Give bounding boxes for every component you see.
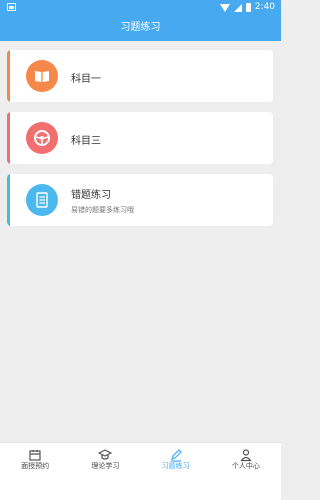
calendar-icon (29, 450, 41, 461)
wifi-icon (219, 3, 230, 12)
card-accent (7, 50, 10, 102)
status-bar: 2:40 (0, 0, 281, 15)
page-title: 习题练习 (0, 15, 281, 41)
card-title: 科目一 (71, 74, 101, 85)
person-icon (240, 449, 252, 462)
card-wrong-questions[interactable]: 错题练习 易错的题要多练习哦 (7, 174, 273, 226)
status-icons: 2:40 (219, 1, 275, 14)
nav-item-theory[interactable]: 理论学习 (70, 443, 140, 500)
nav-item-exercises[interactable]: 习题练习 (141, 443, 211, 500)
nav-label: 个人中心 (231, 462, 260, 470)
app-notification-icon (7, 3, 16, 11)
signal-icon (233, 3, 242, 12)
card-subtitle: 易错的题要多练习哦 (71, 206, 134, 214)
nav-item-appointment[interactable]: 面授预约 (0, 443, 70, 500)
battery-icon (245, 3, 251, 12)
card-subject-one[interactable]: 科目一 (7, 50, 273, 102)
nav-label: 面授预约 (21, 462, 50, 470)
bottom-nav: 面授预约 理论学习 习题练习 个人中心 (0, 442, 281, 500)
card-title: 科目三 (71, 136, 101, 147)
notebook-icon (26, 184, 58, 216)
card-accent (7, 174, 10, 226)
graduation-cap-icon (98, 449, 113, 460)
status-time: 2:40 (254, 2, 275, 12)
card-accent (7, 112, 10, 164)
book-icon (26, 60, 58, 92)
steering-wheel-icon (26, 122, 58, 154)
nav-label: 理论学习 (91, 462, 120, 470)
card-subject-three[interactable]: 科目三 (7, 112, 273, 164)
nav-label: 习题练习 (161, 462, 190, 470)
nav-item-profile[interactable]: 个人中心 (211, 443, 281, 500)
card-title: 错题练习 (71, 190, 111, 201)
pencil-icon (170, 449, 182, 462)
